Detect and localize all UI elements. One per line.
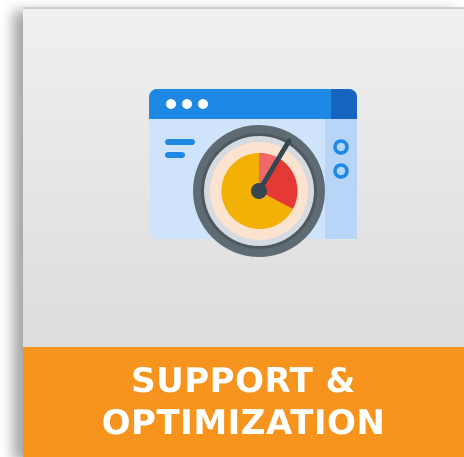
window-dot-icon	[166, 99, 176, 109]
support-optimization-card[interactable]: SUPPORT & OPTIMIZATION	[23, 7, 464, 457]
title-banner: SUPPORT & OPTIMIZATION	[23, 347, 464, 457]
window-dot-icon	[182, 99, 192, 109]
banner-title-line-1: SUPPORT &	[131, 361, 356, 401]
speedometer-icon	[193, 125, 325, 257]
browser-speedometer-icon	[143, 79, 363, 264]
window-dot-icon	[198, 99, 208, 109]
banner-title-line-2: OPTIMIZATION	[101, 403, 386, 443]
card-top-border	[23, 7, 464, 9]
text-line-icon	[165, 139, 195, 145]
browser-window-header	[149, 89, 357, 119]
text-line-icon	[165, 152, 185, 158]
